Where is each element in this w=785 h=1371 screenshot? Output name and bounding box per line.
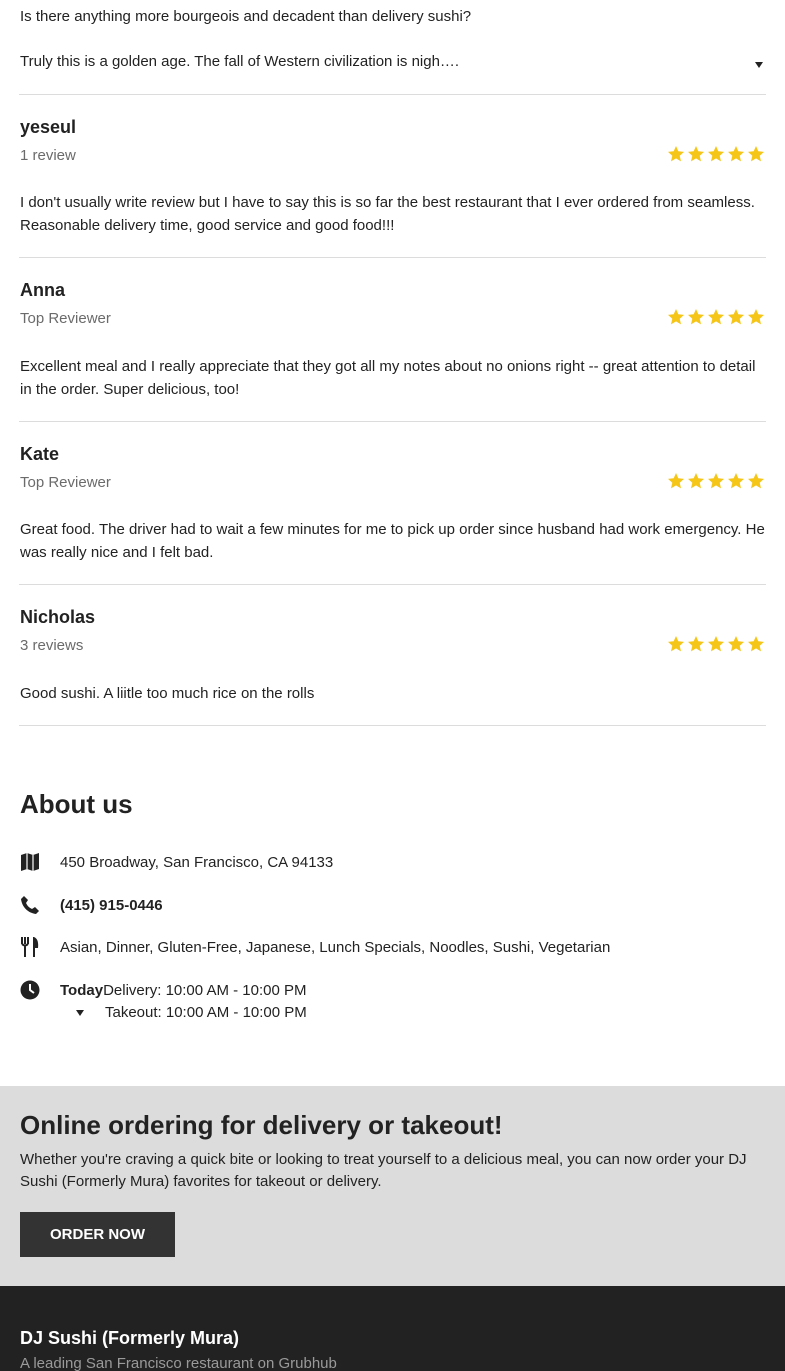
star-icon: [708, 146, 724, 162]
star-rating: [667, 635, 765, 653]
star-icon: [728, 309, 744, 325]
review-text-partial: Truly this is a golden age. The fall of …: [20, 53, 460, 70]
cuisines-text: Asian, Dinner, Gluten-Free, Japanese, Lu…: [60, 939, 611, 956]
promo-title: Online ordering for delivery or takeout!: [20, 1110, 503, 1140]
delivery-hours: Delivery: 10:00 AM - 10:00 PM: [103, 982, 307, 999]
review-text: Excellent meal and I really appreciate t…: [20, 358, 756, 398]
star-icon: [728, 146, 744, 162]
expand-review-caret-icon[interactable]: [755, 62, 763, 68]
order-promo-section: Online ordering for delivery or takeout!…: [0, 1086, 785, 1286]
cuisines-row: Asian, Dinner, Gluten-Free, Japanese, Lu…: [20, 937, 610, 959]
review-text: I don't usually write review but I have …: [20, 194, 755, 234]
clock-icon: [20, 980, 40, 1000]
star-rating: [667, 472, 765, 490]
map-icon: [21, 853, 39, 871]
star-icon: [688, 473, 704, 489]
review-card: yeseul 1 review I don't usually write re…: [20, 117, 765, 257]
star-icon: [748, 146, 764, 162]
review-text: Great food. The driver had to wait a few…: [20, 521, 765, 561]
phone-icon: [21, 896, 39, 914]
reviewer-meta: 3 reviews: [20, 637, 84, 654]
star-icon: [748, 636, 764, 652]
takeout-hours: Takeout: 10:00 AM - 10:00 PM: [105, 1004, 307, 1021]
order-now-button[interactable]: ORDER NOW: [20, 1212, 175, 1257]
promo-description: Whether you're craving a quick bite or l…: [20, 1151, 747, 1190]
phone-row: (415) 915-0446: [20, 895, 163, 917]
review-text: Good sushi. A liitle too much rice on th…: [20, 685, 315, 702]
address-row: 450 Broadway, San Francisco, CA 94133: [20, 852, 333, 874]
address-text[interactable]: 450 Broadway, San Francisco, CA 94133: [60, 852, 333, 874]
star-icon: [728, 636, 744, 652]
star-rating: [667, 308, 765, 326]
reviewer-meta: 1 review: [20, 147, 76, 164]
star-icon: [708, 473, 724, 489]
hours-dropdown-caret-icon[interactable]: [76, 1010, 84, 1016]
star-icon: [748, 473, 764, 489]
phone-number-link[interactable]: (415) 915-0446: [60, 895, 163, 917]
footer-restaurant-name: DJ Sushi (Formerly Mura): [20, 1328, 240, 1348]
review-card: Kate Top Reviewer Great food. The driver…: [20, 444, 765, 584]
star-icon: [748, 309, 764, 325]
reviewer-name[interactable]: yeseul: [20, 117, 76, 138]
star-icon: [688, 146, 704, 162]
footer-tagline: A leading San Francisco restaurant on Gr…: [20, 1355, 337, 1371]
review-card: Nicholas 3 reviews Good sushi. A liitle …: [20, 607, 765, 717]
divider: [19, 725, 766, 726]
hours-today-label: Today: [60, 982, 104, 999]
star-icon: [728, 473, 744, 489]
hours-row: TodayDelivery: 10:00 AM - 10:00 PM Takeo…: [20, 980, 307, 1025]
reviewer-name[interactable]: Kate: [20, 444, 59, 465]
star-rating: [667, 145, 765, 163]
star-icon: [708, 309, 724, 325]
star-icon: [708, 636, 724, 652]
reviewer-name[interactable]: Nicholas: [20, 607, 95, 628]
utensils-icon: [21, 937, 39, 957]
divider: [19, 94, 766, 95]
footer: DJ Sushi (Formerly Mura) A leading San F…: [0, 1286, 785, 1371]
review-card: Anna Top Reviewer Excellent meal and I r…: [20, 280, 765, 420]
star-icon: [668, 146, 684, 162]
divider: [19, 257, 766, 258]
star-icon: [668, 473, 684, 489]
star-icon: [688, 636, 704, 652]
divider: [19, 421, 766, 422]
about-title: About us: [20, 789, 133, 819]
reviewer-meta: Top Reviewer: [20, 474, 111, 491]
reviewer-name[interactable]: Anna: [20, 280, 65, 301]
divider: [19, 584, 766, 585]
star-icon: [668, 309, 684, 325]
star-icon: [688, 309, 704, 325]
review-text-partial: Is there anything more bourgeois and dec…: [20, 8, 472, 25]
reviewer-meta: Top Reviewer: [20, 310, 111, 327]
star-icon: [668, 636, 684, 652]
